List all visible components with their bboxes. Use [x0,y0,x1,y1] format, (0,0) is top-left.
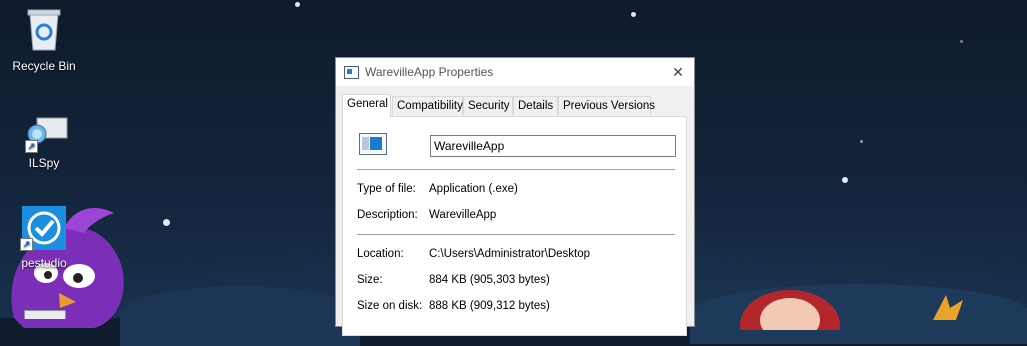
tab-previous-versions[interactable]: Previous Versions [558,96,655,115]
type-of-file-value: Application (.exe) [429,183,518,195]
tab-details[interactable]: Details [513,96,558,115]
star [163,219,170,226]
close-icon: ✕ [672,64,684,80]
shortcut-arrow-icon: ↗ [25,140,38,153]
general-tab-panel: Type of file: Application (.exe) Descrip… [342,116,687,336]
tab-security[interactable]: Security [463,96,513,115]
character-illustration [740,290,840,330]
location-label: Location: [357,248,404,260]
star [842,177,848,183]
desktop-icon-recycle-bin[interactable]: Recycle Bin [4,6,84,73]
desktop-icon-ilspy[interactable]: ↗ ILSpy [4,114,84,170]
pestudio-label: pestudio [21,256,67,270]
bird-illustration [933,295,963,320]
star [860,140,863,143]
properties-dialog: WarevilleApp Properties ✕ General Compat… [335,57,695,336]
recycle-bin-icon [27,9,61,51]
dialog-title: WarevilleApp Properties [365,65,494,79]
tab-general[interactable]: General [342,94,391,117]
description-label: Description: [357,209,418,221]
size-label: Size: [357,274,383,286]
size-on-disk-value: 888 KB (909,312 bytes) [429,300,550,312]
application-icon [344,66,359,79]
type-of-file-label: Type of file: [357,183,416,195]
ilspy-label: ILSpy [28,156,60,170]
tab-compatibility[interactable]: Compatibility [392,96,463,115]
file-name-field[interactable] [430,135,676,157]
dialog-titlebar[interactable]: WarevilleApp Properties ✕ [336,58,694,86]
shortcut-arrow-icon: ↗ [20,238,33,251]
recycle-bin-label: Recycle Bin [12,59,76,73]
star [295,2,300,7]
distant-hill [120,286,360,346]
size-value: 884 KB (905,303 bytes) [429,274,550,286]
separator [357,234,675,235]
separator [357,169,675,170]
star [631,12,636,17]
desktop-icon-pestudio[interactable]: ↗ pestudio [4,204,84,270]
close-button[interactable]: ✕ [668,62,688,82]
description-value: WarevilleApp [429,209,497,221]
location-value: C:\Users\Administrator\Desktop [429,248,591,260]
star [960,40,963,43]
application-icon [359,133,387,155]
size-on-disk-label: Size on disk: [357,300,423,312]
